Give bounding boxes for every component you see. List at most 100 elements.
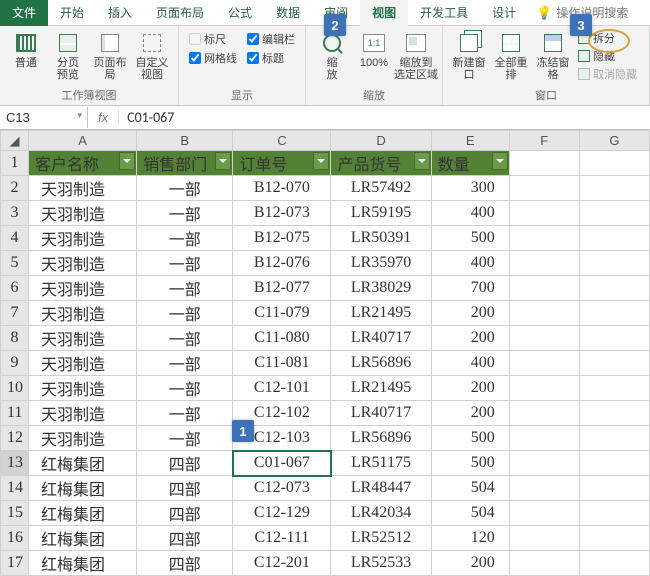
row-header-13[interactable]: 13 (1, 451, 29, 476)
cell-E9[interactable]: 400 (431, 351, 509, 376)
cell-F3[interactable] (509, 201, 579, 226)
cell-D14[interactable]: LR48447 (331, 476, 431, 501)
tab-data[interactable]: 数据 (264, 0, 312, 26)
cell-C6[interactable]: B12-077 (233, 276, 331, 301)
cell-E13[interactable]: 500 (431, 451, 509, 476)
cell-C16[interactable]: C12-111 (233, 526, 331, 551)
cell-D16[interactable]: LR52512 (331, 526, 431, 551)
cell-F7[interactable] (509, 301, 579, 326)
cell-A13[interactable]: 红梅集团 (29, 451, 137, 476)
col-header-B[interactable]: B (137, 131, 233, 151)
cell-F4[interactable] (509, 226, 579, 251)
cell-D13[interactable]: LR51175 (331, 451, 431, 476)
tab-pagelayout[interactable]: 页面布局 (144, 0, 216, 26)
cell-F10[interactable] (509, 376, 579, 401)
btn-zoom-to-selection[interactable]: 缩放到 选定区域 (396, 29, 436, 83)
tab-view[interactable]: 视图 (360, 0, 408, 26)
cell-D3[interactable]: LR59195 (331, 201, 431, 226)
cell-G16[interactable] (579, 526, 649, 551)
row-header-7[interactable]: 7 (1, 301, 29, 326)
col-header-F[interactable]: F (509, 131, 579, 151)
row-header-1[interactable]: 1 (1, 151, 29, 176)
row-header-14[interactable]: 14 (1, 476, 29, 501)
cell-C7[interactable]: C11-079 (233, 301, 331, 326)
col-header-A[interactable]: A (29, 131, 137, 151)
cell-E16[interactable]: 120 (431, 526, 509, 551)
cell-A14[interactable]: 红梅集团 (29, 476, 137, 501)
cell-A7[interactable]: 天羽制造 (29, 301, 137, 326)
cell-A8[interactable]: 天羽制造 (29, 326, 137, 351)
cell-F9[interactable] (509, 351, 579, 376)
cell-G13[interactable] (579, 451, 649, 476)
tab-insert[interactable]: 插入 (96, 0, 144, 26)
row-header-5[interactable]: 5 (1, 251, 29, 276)
cell-E11[interactable]: 200 (431, 401, 509, 426)
row-header-17[interactable]: 17 (1, 551, 29, 576)
cell-F17[interactable] (509, 551, 579, 576)
row-header-2[interactable]: 2 (1, 176, 29, 201)
cell-C5[interactable]: B12-076 (233, 251, 331, 276)
chk-formulabar[interactable]: 编辑栏 (247, 31, 295, 47)
cell-B13[interactable]: 四部 (137, 451, 233, 476)
cell-B2[interactable]: 一部 (137, 176, 233, 201)
cell-F6[interactable] (509, 276, 579, 301)
cell-C17[interactable]: C12-201 (233, 551, 331, 576)
cell-D10[interactable]: LR21495 (331, 376, 431, 401)
cell-E3[interactable]: 400 (431, 201, 509, 226)
cell-A10[interactable]: 天羽制造 (29, 376, 137, 401)
tab-developer[interactable]: 开发工具 (408, 0, 480, 26)
col-header-E[interactable]: E (431, 131, 509, 151)
cell-E17[interactable]: 200 (431, 551, 509, 576)
filter-btn-4[interactable] (492, 152, 508, 170)
cell-B5[interactable]: 一部 (137, 251, 233, 276)
cell-E10[interactable]: 200 (431, 376, 509, 401)
cell-D17[interactable]: LR52533 (331, 551, 431, 576)
cell-E6[interactable]: 700 (431, 276, 509, 301)
filter-btn-0[interactable] (119, 152, 135, 170)
row-header-6[interactable]: 6 (1, 276, 29, 301)
tab-home[interactable]: 开始 (48, 0, 96, 26)
cell-B16[interactable]: 四部 (137, 526, 233, 551)
cell-B15[interactable]: 四部 (137, 501, 233, 526)
cell-B6[interactable]: 一部 (137, 276, 233, 301)
cell-G17[interactable] (579, 551, 649, 576)
cell-G8[interactable] (579, 326, 649, 351)
fx-icon[interactable]: fx (88, 110, 119, 125)
cell-F1[interactable] (509, 151, 579, 176)
cell-F15[interactable] (509, 501, 579, 526)
cell-B17[interactable]: 四部 (137, 551, 233, 576)
cell-C13[interactable]: C01-067 (233, 451, 331, 476)
row-header-12[interactable]: 12 (1, 426, 29, 451)
cell-C15[interactable]: C12-129 (233, 501, 331, 526)
row-header-15[interactable]: 15 (1, 501, 29, 526)
cell-C10[interactable]: C12-101 (233, 376, 331, 401)
cell-G2[interactable] (579, 176, 649, 201)
cell-G5[interactable] (579, 251, 649, 276)
worksheet-grid[interactable]: 1 ◢ABCDEFG1客户名称销售部门订单号产品货号数量2天羽制造一部B12-0… (0, 130, 650, 576)
tab-formulas[interactable]: 公式 (216, 0, 264, 26)
cell-G1[interactable] (579, 151, 649, 176)
chk-ruler[interactable]: 标尺 (189, 31, 237, 47)
cell-F13[interactable] (509, 451, 579, 476)
cell-A9[interactable]: 天羽制造 (29, 351, 137, 376)
cell-A11[interactable]: 天羽制造 (29, 401, 137, 426)
cell-E4[interactable]: 500 (431, 226, 509, 251)
cell-A5[interactable]: 天羽制造 (29, 251, 137, 276)
select-all-corner[interactable]: ◢ (1, 131, 29, 151)
btn-zoom-100[interactable]: 1:1100% (354, 29, 394, 71)
chk-headings[interactable]: 标题 (247, 50, 295, 66)
cell-D5[interactable]: LR35970 (331, 251, 431, 276)
col-header-C[interactable]: C (233, 131, 331, 151)
row-header-10[interactable]: 10 (1, 376, 29, 401)
cell-C4[interactable]: B12-075 (233, 226, 331, 251)
filter-btn-3[interactable] (414, 152, 430, 170)
cell-G3[interactable] (579, 201, 649, 226)
cell-F11[interactable] (509, 401, 579, 426)
btn-hide[interactable]: 隐藏 (578, 48, 637, 64)
cell-B9[interactable]: 一部 (137, 351, 233, 376)
cell-B4[interactable]: 一部 (137, 226, 233, 251)
btn-normal-view[interactable]: 普通 (6, 29, 46, 71)
cell-A6[interactable]: 天羽制造 (29, 276, 137, 301)
name-box[interactable]: C13 (0, 107, 88, 128)
cell-A2[interactable]: 天羽制造 (29, 176, 137, 201)
